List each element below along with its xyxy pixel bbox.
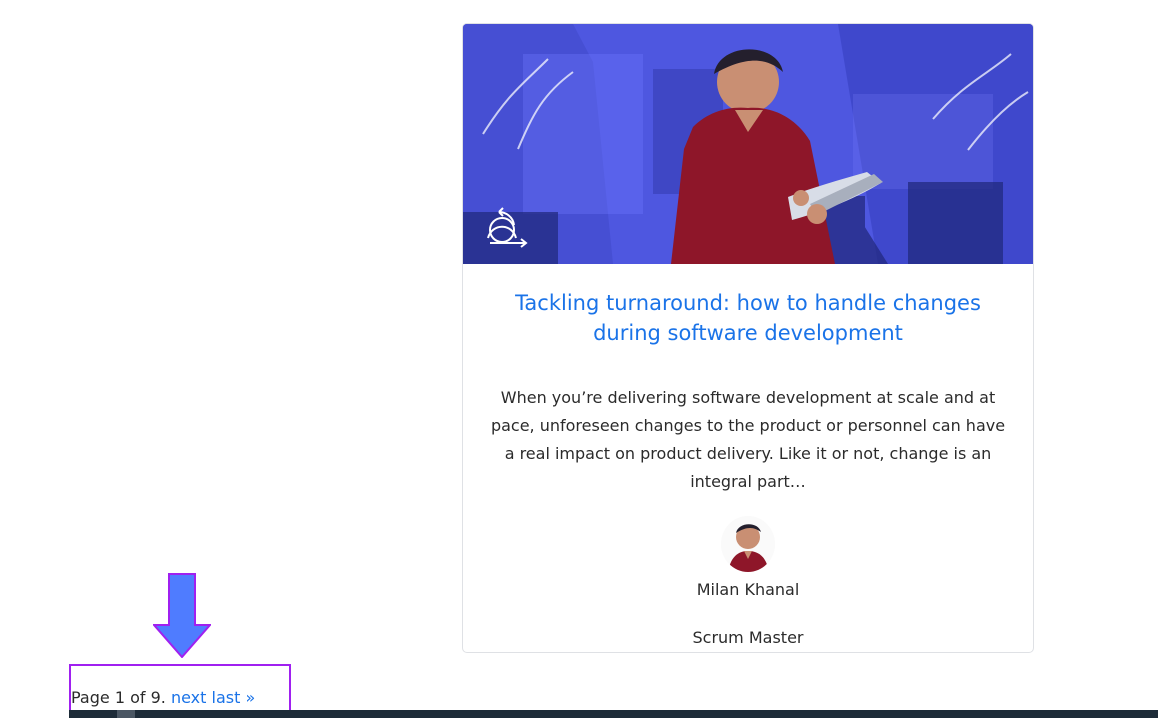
last-page-link[interactable]: last » xyxy=(212,688,256,707)
post-title-link[interactable]: Tackling turnaround: how to handle chang… xyxy=(491,288,1005,348)
post-excerpt: When you’re delivering software developm… xyxy=(490,388,1006,491)
author-avatar xyxy=(721,516,775,572)
post-title-line-1: Tackling turnaround: how to handle chang… xyxy=(515,291,981,315)
down-arrow-icon xyxy=(153,573,211,658)
pagination-status: Page 1 of 9. next last » xyxy=(71,686,255,710)
next-page-link[interactable]: next xyxy=(171,688,206,707)
post-title-line-2: during software development xyxy=(593,321,903,345)
author-role: Scrum Master xyxy=(692,628,804,647)
post-card-body: Tackling turnaround: how to handle chang… xyxy=(463,264,1033,652)
page-count-text: Page 1 of 9. xyxy=(71,688,166,707)
office-scene xyxy=(463,24,1033,264)
footer-strip xyxy=(69,710,1158,718)
author-avatar-image xyxy=(721,516,775,572)
post-hero-image[interactable] xyxy=(463,24,1033,264)
blog-post-card[interactable]: Tackling turnaround: how to handle chang… xyxy=(462,23,1034,653)
author-name: Milan Khanal xyxy=(696,580,800,599)
